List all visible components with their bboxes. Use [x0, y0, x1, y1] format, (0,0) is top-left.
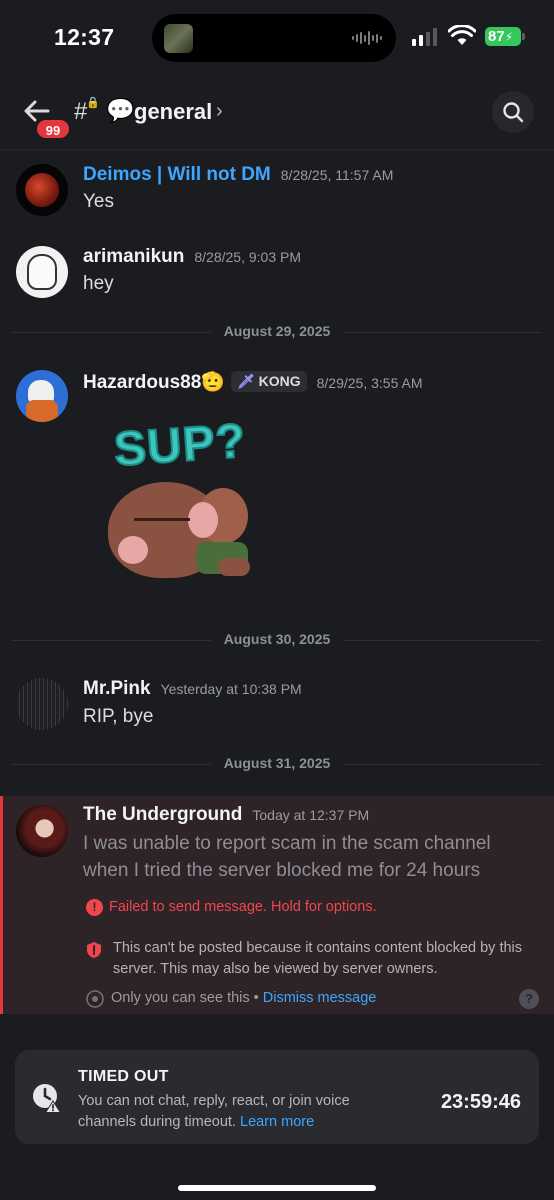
message-timestamp: Today at 12:37 PM — [252, 807, 370, 823]
cellular-signal-icon — [412, 28, 437, 46]
sticker-text: SUP? — [111, 413, 248, 477]
avatar[interactable] — [16, 370, 68, 422]
timeout-banner: TIMED OUT You can not chat, reply, react… — [15, 1050, 539, 1144]
avatar[interactable] — [16, 805, 68, 857]
message-timestamp: 8/28/25, 11:57 AM — [280, 167, 394, 183]
sticker[interactable]: SUP? — [100, 413, 280, 588]
ephemeral-note: Only you can see this • Dismiss message — [111, 990, 376, 1006]
sticker-dog-cheek — [118, 536, 148, 564]
audio-wave-icon — [352, 30, 382, 46]
timeout-description: You can not chat, reply, react, or join … — [78, 1091, 378, 1133]
message-author[interactable]: Mr.Pink Yesterday at 10:38 PM — [83, 678, 302, 700]
avatar[interactable] — [16, 246, 68, 298]
status-bar: 12:37 87⚡ — [0, 0, 554, 76]
shield-icon — [87, 942, 101, 958]
message-timestamp: 8/29/25, 3:55 AM — [316, 375, 423, 391]
home-indicator[interactable] — [178, 1185, 376, 1191]
eye-icon — [86, 990, 104, 1008]
avatar-character-art — [28, 380, 54, 402]
lock-icon: 🔒 — [86, 97, 100, 109]
avatar-character-body — [26, 400, 58, 422]
avatar[interactable] — [16, 164, 68, 216]
channel-header: 99 # 🔒 💬 general › — [0, 76, 554, 150]
message-text: I was unable to report scam in the scam … — [83, 833, 491, 881]
sword-icon: 🗡 — [236, 373, 255, 389]
author-name[interactable]: Mr.Pink — [83, 678, 151, 699]
message-author[interactable]: Hazardous88🫡 🗡 KONG 8/29/25, 3:55 AM — [83, 370, 422, 394]
message[interactable]: Mr.Pink Yesterday at 10:38 PM RIP, bye — [0, 664, 554, 744]
sticker-dog-legs — [218, 558, 250, 576]
wifi-icon — [448, 25, 476, 45]
charging-bolt-icon: ⚡ — [504, 30, 514, 44]
battery-indicator: 87⚡ — [485, 27, 521, 46]
date-divider-label: August 29, 2025 — [211, 323, 343, 339]
timeout-countdown: 23:59:46 — [440, 1091, 521, 1113]
message-author[interactable]: Deimos | Will not DM 8/28/25, 11:57 AM — [83, 164, 393, 186]
message[interactable]: arimanikun 8/28/25, 9:03 PM hey — [0, 232, 554, 302]
dynamic-island[interactable] — [152, 14, 396, 62]
role-tag[interactable]: 🗡 KONG — [230, 371, 307, 392]
battery-cap — [522, 33, 525, 40]
blood-moon-avatar-art — [25, 173, 59, 207]
message-text: RIP, bye — [83, 706, 154, 727]
send-error-text: Failed to send message. Hold for options… — [109, 899, 377, 915]
role-tag-label: KONG — [258, 373, 301, 389]
now-playing-artwork — [164, 24, 193, 53]
chevron-right-icon[interactable]: › — [216, 100, 223, 123]
date-divider: August 29, 2025 — [12, 322, 542, 342]
message-author[interactable]: arimanikun 8/28/25, 9:03 PM — [83, 246, 301, 268]
avatar[interactable] — [16, 678, 68, 730]
date-divider: August 30, 2025 — [12, 630, 542, 650]
author-name[interactable]: The Underground — [83, 804, 242, 825]
date-divider-label: August 31, 2025 — [211, 755, 343, 771]
error-icon: ! — [86, 899, 103, 916]
sticker-dog-eyes — [134, 518, 190, 522]
dismiss-message-link[interactable]: Dismiss message — [263, 990, 377, 1006]
message-timestamp: Yesterday at 10:38 PM — [160, 681, 302, 697]
failed-message[interactable]: The Underground Today at 12:37 PM I was u… — [0, 796, 554, 1014]
message-text: Yes — [83, 191, 114, 212]
message-timestamp: 8/28/25, 9:03 PM — [194, 249, 302, 265]
unread-badge: 99 — [35, 118, 71, 140]
search-button[interactable] — [492, 91, 534, 133]
anime-avatar-art — [27, 254, 57, 290]
channel-emoji: 💬 — [106, 97, 135, 123]
message-text: hey — [83, 273, 114, 294]
status-time: 12:37 — [54, 24, 115, 50]
author-name[interactable]: Deimos | Will not DM — [83, 164, 271, 185]
message[interactable]: Hazardous88🫡 🗡 KONG 8/29/25, 3:55 AM SUP? — [0, 356, 554, 596]
date-divider: August 31, 2025 — [12, 754, 542, 774]
author-emoji: 🫡 — [201, 372, 225, 393]
search-icon — [503, 102, 524, 123]
date-divider-label: August 30, 2025 — [211, 631, 343, 647]
learn-more-link[interactable]: Learn more — [240, 1114, 314, 1130]
message[interactable]: Deimos | Will not DM 8/28/25, 11:57 AM Ye… — [0, 150, 554, 220]
author-name[interactable]: Hazardous88 — [83, 372, 201, 393]
sticker-dog-cheek — [188, 502, 218, 538]
battery-level: 87 — [488, 28, 505, 45]
blocked-notice: This can't be posted because it contains… — [113, 940, 523, 977]
author-name[interactable]: arimanikun — [83, 246, 184, 267]
timeout-title: TIMED OUT — [78, 1068, 169, 1085]
message-author[interactable]: The Underground Today at 12:37 PM — [83, 804, 369, 826]
timeout-clock-icon — [33, 1084, 61, 1113]
ephemeral-text: Only you can see this • — [111, 990, 259, 1006]
help-icon[interactable]: ? — [519, 989, 539, 1009]
send-error[interactable]: ! Failed to send message. Hold for option… — [86, 899, 377, 916]
channel-name[interactable]: general — [134, 99, 212, 125]
